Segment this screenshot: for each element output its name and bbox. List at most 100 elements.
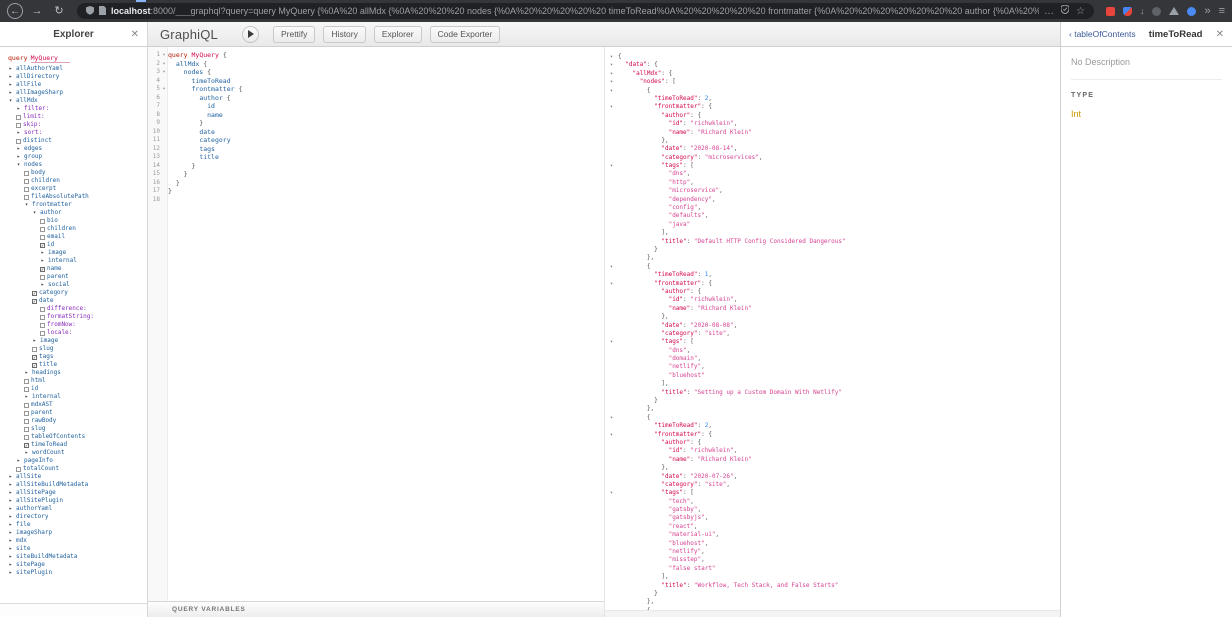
- editor-line[interactable]: 18: [148, 196, 604, 205]
- editor-line[interactable]: 14 }: [148, 162, 604, 171]
- explorer-tree-item[interactable]: ▸mdx: [0, 537, 147, 545]
- explorer-tree-item[interactable]: children: [0, 177, 147, 185]
- fold-marker-icon[interactable]: ▾: [605, 70, 618, 78]
- explorer-tree-item[interactable]: ✓tags: [0, 353, 147, 361]
- explorer-tree-item[interactable]: ▸allSiteBuildMetadata: [0, 481, 147, 489]
- caret-collapsed-icon[interactable]: ▸: [7, 505, 14, 513]
- fold-marker-icon[interactable]: ▾: [605, 280, 618, 288]
- more-icon[interactable]: …: [1044, 6, 1054, 17]
- fold-marker-icon[interactable]: ▾: [160, 68, 168, 77]
- editor-line[interactable]: 6 author {: [148, 94, 604, 103]
- editor-line[interactable]: 12 tags: [148, 145, 604, 154]
- history-button[interactable]: History: [323, 26, 365, 43]
- explorer-tree-item[interactable]: html: [0, 377, 147, 385]
- explorer-tree-item[interactable]: body: [0, 169, 147, 177]
- caret-collapsed-icon[interactable]: ▸: [15, 153, 22, 161]
- checkbox-checked-icon[interactable]: ✓: [24, 443, 29, 448]
- explorer-tree-item[interactable]: ✓name: [0, 265, 147, 273]
- extension-triangle-icon[interactable]: [1169, 7, 1179, 15]
- extension-red-icon[interactable]: [1106, 7, 1115, 16]
- explorer-tree-item[interactable]: ▾frontmatter: [0, 201, 147, 209]
- fold-marker-icon[interactable]: ▾: [605, 162, 618, 170]
- fold-marker-icon[interactable]: ▾: [605, 87, 618, 95]
- explorer-tree-item[interactable]: mdxAST: [0, 401, 147, 409]
- explorer-tree-item[interactable]: ▸wordCount: [0, 449, 147, 457]
- doc-close-icon[interactable]: ✕: [1216, 29, 1224, 40]
- explorer-tree-item[interactable]: ✓category: [0, 289, 147, 297]
- query-editor[interactable]: 1▾query MyQuery {2▾ allMdx {3▾ nodes {4 …: [148, 47, 604, 617]
- fold-marker-icon[interactable]: ▾: [605, 414, 618, 422]
- fold-marker-icon[interactable]: ▾: [605, 53, 618, 61]
- checkbox-icon[interactable]: [32, 347, 37, 352]
- fold-marker-icon[interactable]: ▾: [605, 338, 618, 346]
- explorer-tree-item[interactable]: ▸siteBuildMetadata: [0, 553, 147, 561]
- explorer-tree-item[interactable]: id: [0, 385, 147, 393]
- explorer-tree-item[interactable]: skip:: [0, 121, 147, 129]
- site-info-shield-icon[interactable]: [86, 3, 94, 19]
- checkbox-icon[interactable]: [24, 187, 29, 192]
- explorer-tree-item[interactable]: ✓title: [0, 361, 147, 369]
- explorer-tree-item[interactable]: fileAbsolutePath: [0, 193, 147, 201]
- explorer-tree-item[interactable]: ▸pageInfo: [0, 457, 147, 465]
- caret-collapsed-icon[interactable]: ▸: [7, 473, 14, 481]
- checkbox-icon[interactable]: [24, 171, 29, 176]
- caret-collapsed-icon[interactable]: ▸: [7, 489, 14, 497]
- editor-line[interactable]: 3▾ nodes {: [148, 68, 604, 77]
- caret-collapsed-icon[interactable]: ▸: [7, 545, 14, 553]
- checkbox-checked-icon[interactable]: ✓: [40, 267, 45, 272]
- caret-expanded-icon[interactable]: ▾: [15, 161, 22, 169]
- explorer-tree-item[interactable]: limit:: [0, 113, 147, 121]
- checkbox-checked-icon[interactable]: ✓: [32, 355, 37, 360]
- code-exporter-button[interactable]: Code Exporter: [430, 26, 501, 43]
- download-icon[interactable]: ↓: [1140, 7, 1145, 16]
- explorer-toggle-button[interactable]: Explorer: [374, 26, 422, 43]
- checkbox-icon[interactable]: [40, 227, 45, 232]
- protection-shield-icon[interactable]: [1061, 5, 1069, 17]
- fold-marker-icon[interactable]: ▾: [605, 263, 618, 271]
- caret-collapsed-icon[interactable]: ▸: [7, 89, 14, 97]
- caret-collapsed-icon[interactable]: ▸: [23, 393, 30, 401]
- back-icon[interactable]: ←: [7, 3, 23, 19]
- fold-marker-icon[interactable]: ▾: [160, 85, 168, 94]
- editor-line[interactable]: 10 date: [148, 128, 604, 137]
- explorer-query-row[interactable]: queryMyQuery: [0, 52, 147, 65]
- editor-line[interactable]: 1▾query MyQuery {: [148, 51, 604, 60]
- fold-marker-icon[interactable]: ▾: [605, 489, 618, 497]
- caret-collapsed-icon[interactable]: ▸: [15, 145, 22, 153]
- checkbox-icon[interactable]: [24, 387, 29, 392]
- explorer-tree-item[interactable]: rawBody: [0, 417, 147, 425]
- editor-line[interactable]: 2▾ allMdx {: [148, 60, 604, 69]
- prettify-button[interactable]: Prettify: [273, 26, 315, 43]
- explorer-tree-item[interactable]: ▸image: [0, 337, 147, 345]
- caret-collapsed-icon[interactable]: ▸: [7, 481, 14, 489]
- editor-line[interactable]: 9 }: [148, 119, 604, 128]
- checkbox-checked-icon[interactable]: ✓: [32, 291, 37, 296]
- explorer-tree-item[interactable]: tableOfContents: [0, 433, 147, 441]
- checkbox-icon[interactable]: [24, 195, 29, 200]
- caret-collapsed-icon[interactable]: ▸: [7, 521, 14, 529]
- fold-marker-icon[interactable]: ▾: [160, 51, 168, 60]
- explorer-tree-item[interactable]: email: [0, 233, 147, 241]
- checkbox-icon[interactable]: [24, 411, 29, 416]
- explorer-tree-item[interactable]: ▸authorYaml: [0, 505, 147, 513]
- explorer-tree-item[interactable]: slug: [0, 345, 147, 353]
- checkbox-icon[interactable]: [40, 315, 45, 320]
- result-horizontal-scrollbar[interactable]: [605, 610, 1060, 617]
- explorer-tree-item[interactable]: totalCount: [0, 465, 147, 473]
- explorer-tree-item[interactable]: difference:: [0, 305, 147, 313]
- browser-menu-icon[interactable]: ≡: [1219, 5, 1225, 17]
- explorer-close-icon[interactable]: ✕: [131, 29, 139, 40]
- address-bar[interactable]: localhost:8000/___graphql?query=query My…: [77, 3, 1094, 19]
- explorer-tree-item[interactable]: ▸allDirectory: [0, 73, 147, 81]
- caret-collapsed-icon[interactable]: ▸: [7, 529, 14, 537]
- caret-collapsed-icon[interactable]: ▸: [7, 81, 14, 89]
- explorer-tree-item[interactable]: parent: [0, 273, 147, 281]
- explorer-tree-item[interactable]: ✓timeToRead: [0, 441, 147, 449]
- editor-line[interactable]: 16 }: [148, 179, 604, 188]
- explorer-tree-item[interactable]: ▸edges: [0, 145, 147, 153]
- explorer-tree-item[interactable]: ▾nodes: [0, 161, 147, 169]
- caret-collapsed-icon[interactable]: ▸: [39, 281, 46, 289]
- explorer-tree-item[interactable]: ▸sort:: [0, 129, 147, 137]
- caret-collapsed-icon[interactable]: ▸: [39, 257, 46, 265]
- explorer-tree-item[interactable]: distinct: [0, 137, 147, 145]
